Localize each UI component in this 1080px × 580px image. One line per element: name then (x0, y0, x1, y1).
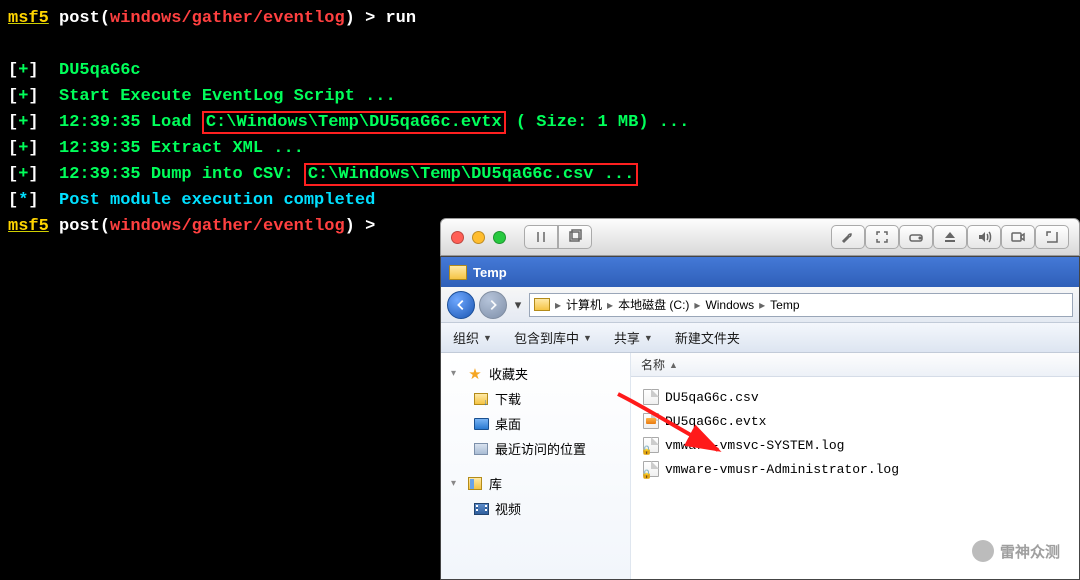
nav-forward-button[interactable] (479, 291, 507, 319)
file-row-log2[interactable]: vmware-vmusr-Administrator.log (631, 457, 1079, 481)
recent-icon (474, 443, 488, 455)
disk-icon[interactable] (899, 225, 933, 249)
nav-back-button[interactable] (447, 291, 475, 319)
explorer-window: Temp ▾ ▸ 计算机 ▸ 本地磁盘 (C:) ▸ Windows ▸ Tem… (440, 256, 1080, 580)
sidebar-videos[interactable]: 视频 (447, 496, 624, 521)
video-icon (474, 503, 489, 515)
toolbar-new-folder[interactable]: 新建文件夹 (675, 328, 740, 347)
eject-icon[interactable] (933, 225, 967, 249)
breadcrumb-temp[interactable]: Temp (770, 298, 799, 312)
library-icon (468, 477, 482, 490)
file-row-csv[interactable]: DU5qaG6c.csv (631, 385, 1079, 409)
sidebar-favorites[interactable]: ▾ ★ 收藏夹 (447, 361, 624, 386)
watermark-logo-icon (972, 540, 994, 562)
sidebar-recent[interactable]: 最近访问的位置 (447, 436, 624, 461)
pause-button[interactable] (524, 225, 558, 249)
disclosure-icon[interactable]: ▾ (451, 478, 461, 489)
wrench-icon[interactable] (831, 225, 865, 249)
explorer-navbar: ▾ ▸ 计算机 ▸ 本地磁盘 (C:) ▸ Windows ▸ Temp (441, 287, 1079, 323)
toolbar-share[interactable]: 共享▼ (614, 328, 653, 347)
explorer-titlebar[interactable]: Temp (441, 257, 1079, 287)
highlighted-path-csv: C:\Windows\Temp\DU5qaG6c.csv ... (304, 163, 638, 186)
breadcrumb-computer[interactable]: 计算机 (566, 296, 602, 313)
file-evtx-icon (643, 413, 659, 429)
folder-icon (449, 265, 467, 280)
disclosure-icon[interactable]: ▾ (451, 368, 461, 379)
prompt-line-run: msf5 post(windows/gather/eventlog) > run (8, 6, 1072, 32)
breadcrumb-sep-icon: ▸ (759, 298, 765, 312)
camera-icon[interactable] (1001, 225, 1035, 249)
sound-icon[interactable] (967, 225, 1001, 249)
address-bar[interactable]: ▸ 计算机 ▸ 本地磁盘 (C:) ▸ Windows ▸ Temp (529, 293, 1073, 317)
file-log-lock-icon (643, 437, 659, 453)
file-log-lock-icon (643, 461, 659, 477)
desktop-icon (474, 418, 489, 430)
breadcrumb-windows[interactable]: Windows (705, 298, 754, 312)
file-csv-icon (643, 389, 659, 405)
file-row-evtx[interactable]: DU5qaG6c.evtx (631, 409, 1079, 433)
watermark: 雷神众测 (972, 540, 1060, 562)
file-row-log1[interactable]: vmware-vmsvc-SYSTEM.log (631, 433, 1079, 457)
column-name[interactable]: 名称▲ (641, 356, 1069, 373)
windows-button[interactable] (558, 225, 592, 249)
explorer-toolbar: 组织▼ 包含到库中▼ 共享▼ 新建文件夹 (441, 323, 1079, 353)
breadcrumb-sep-icon: ▸ (607, 298, 613, 312)
traffic-close-icon[interactable] (451, 231, 464, 244)
mac-window-toolbar (440, 218, 1080, 256)
terminal-output: msf5 post(windows/gather/eventlog) > run… (0, 0, 1080, 246)
breadcrumb-sep-icon: ▸ (555, 298, 561, 312)
sidebar-downloads[interactable]: 下载 (447, 386, 624, 411)
traffic-zoom-icon[interactable] (493, 231, 506, 244)
toolbar-include-library[interactable]: 包含到库中▼ (514, 328, 592, 347)
explorer-sidebar: ▾ ★ 收藏夹 下载 桌面 最近访问的位置 ▾ 库 (441, 353, 631, 579)
nav-history-dropdown[interactable]: ▾ (511, 292, 525, 318)
breadcrumb-sep-icon: ▸ (694, 298, 700, 312)
sidebar-libraries[interactable]: ▾ 库 (447, 471, 624, 496)
toolbar-organize[interactable]: 组织▼ (453, 328, 492, 347)
star-icon: ★ (467, 366, 483, 382)
breadcrumb-drive[interactable]: 本地磁盘 (C:) (618, 296, 689, 313)
fit-icon[interactable] (865, 225, 899, 249)
folder-icon (534, 298, 550, 311)
more-icon[interactable] (1035, 225, 1069, 249)
traffic-minimize-icon[interactable] (472, 231, 485, 244)
window-title: Temp (473, 265, 507, 280)
sidebar-desktop[interactable]: 桌面 (447, 411, 624, 436)
column-header-row: 名称▲ (631, 353, 1079, 377)
highlighted-path-evtx: C:\Windows\Temp\DU5qaG6c.evtx (202, 111, 506, 134)
downloads-icon (474, 393, 488, 405)
sort-asc-icon: ▲ (669, 360, 678, 370)
